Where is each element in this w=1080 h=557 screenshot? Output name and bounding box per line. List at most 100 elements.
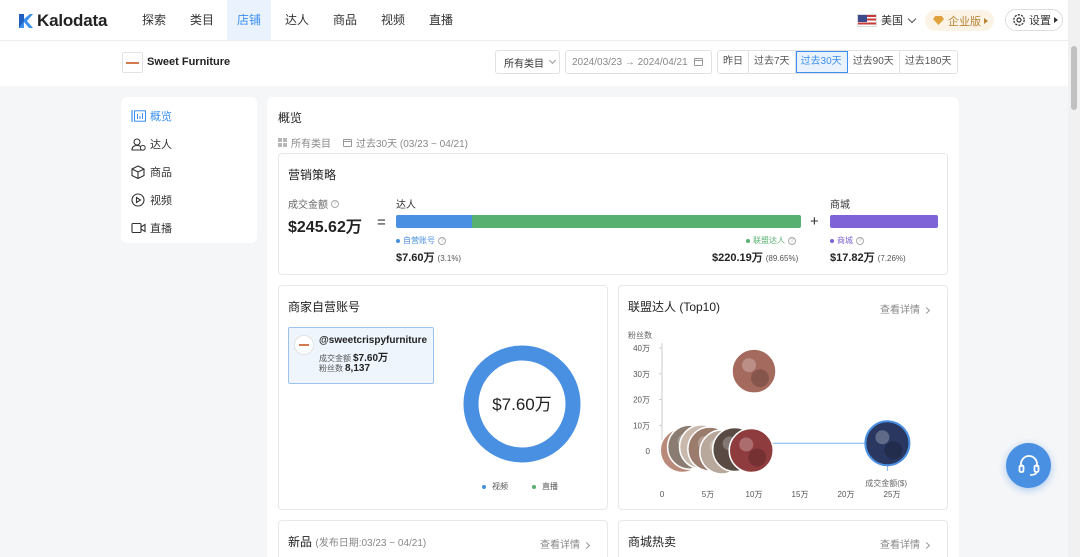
kalodata-logo[interactable]: Kalodata [18, 11, 107, 31]
alliance-pct: (89.65%) [765, 254, 799, 263]
help-icon[interactable]: ? [331, 199, 339, 208]
account-fans-row: 粉丝数 8,137 [319, 363, 370, 374]
overview-filters: 所有类目 过去30天 (03/23 ~ 04/21) [278, 135, 468, 150]
top-navigation: Kalodata 探索 类目 店铺 达人 商品 视频 直播 美国 企业版 设置 [0, 0, 1068, 41]
customer-support-button[interactable] [1006, 443, 1051, 488]
creator-avatar-point [864, 420, 911, 467]
category-select[interactable]: 所有类目 [495, 50, 560, 74]
headset-icon [1018, 454, 1039, 476]
new-products-subtitle: (发布日期:03/23 ~ 04/21) [315, 538, 427, 549]
y-axis-title: 粉丝数 [628, 330, 652, 340]
x-tick-label: 15万 [792, 490, 809, 499]
x-tick-label: 25万 [884, 490, 901, 499]
sidebar-item-videos[interactable]: 视频 [121, 186, 257, 214]
donut-center-value: $7.60万 [492, 395, 552, 414]
self-account-label: 自营账号 [403, 236, 435, 245]
nav-explore[interactable]: 探索 [132, 0, 176, 40]
nav-product[interactable]: 商品 [323, 0, 367, 40]
sidebar-item-label: 概览 [150, 111, 172, 123]
overview-category: 所有类目 [291, 139, 331, 150]
help-icon[interactable]: ? [856, 236, 864, 245]
sidebar-item-label: 视频 [150, 195, 172, 207]
nav-creator[interactable]: 达人 [275, 0, 319, 40]
us-flag-icon [857, 13, 877, 27]
avatar-circle[interactable] [731, 348, 777, 394]
mall-hot-title: 商城热卖 [628, 535, 677, 549]
new-products-title: 新品 [288, 535, 313, 549]
overview-chart-icon [130, 109, 146, 123]
gear-icon [1013, 14, 1025, 26]
scrollbar-thumb[interactable] [1071, 46, 1077, 110]
equals-sign: = [377, 214, 386, 231]
help-icon[interactable]: ? [438, 236, 446, 245]
chevron-right-icon [922, 541, 931, 550]
avatar-highlight [742, 358, 756, 373]
mall-hot-card: 商城热卖 查看详情 [618, 520, 948, 557]
store-logo [122, 52, 143, 73]
x-tick-label: 0 [660, 490, 665, 499]
region-selector[interactable]: 美国 [857, 12, 917, 28]
period-yesterday[interactable]: 昨日 [718, 51, 749, 73]
enterprise-badge[interactable]: 企业版 [925, 10, 994, 31]
plus-sign: + [810, 213, 819, 230]
x-tick-label: 10万 [746, 490, 763, 499]
alliance-label: 联盟达人 [753, 236, 785, 245]
marketing-title: 营销策略 [288, 168, 337, 182]
nav-category[interactable]: 类目 [180, 0, 224, 40]
enterprise-label: 企业版 [948, 15, 981, 28]
sidebar-item-products[interactable]: 商品 [121, 158, 257, 186]
self-account-legend: 自营账号 ? [396, 235, 446, 246]
account-item[interactable]: @sweetcrispyfurniture 成交金额 $7.60万 粉丝数 8,13… [288, 327, 434, 384]
y-tick-label: 40万 [633, 344, 650, 353]
new-products-detail-link[interactable]: 查看详情 [540, 536, 591, 551]
user-group-icon [130, 137, 146, 151]
legend-dot [746, 238, 750, 243]
detail-label: 查看详情 [880, 540, 920, 551]
avatar [294, 335, 314, 355]
period-180d[interactable]: 过去180天 [900, 51, 957, 73]
nav-live[interactable]: 直播 [419, 0, 463, 40]
settings-button[interactable]: 设置 [1005, 9, 1063, 31]
mall-item-label: 商城 [837, 236, 853, 245]
account-gmv-label: 成交金额 [319, 354, 351, 363]
legend-dot [482, 484, 486, 489]
gmv-total: $245.62万 [288, 219, 362, 236]
chevron-right-icon [582, 541, 591, 550]
chevron-down-icon [548, 56, 557, 65]
period-7d[interactable]: 过去7天 [749, 51, 796, 73]
self-account-pct: (3.1%) [437, 254, 462, 263]
chevron-down-icon [907, 14, 917, 23]
alliance-bar [472, 215, 801, 228]
sidebar-item-overview[interactable]: 概览 [121, 102, 257, 130]
store-name: Sweet Furniture [147, 56, 231, 68]
video-camera-icon [130, 221, 146, 235]
help-icon[interactable]: ? [788, 236, 796, 245]
nav-video[interactable]: 视频 [371, 0, 415, 40]
legend-label: 视频 [492, 482, 508, 491]
app-name: Kalodata [37, 11, 108, 30]
alliance-legend: 联盟达人 ? [746, 235, 796, 246]
avatar-circle[interactable] [728, 427, 774, 474]
avatar-circle[interactable] [864, 420, 911, 467]
sidebar-item-live[interactable]: 直播 [121, 214, 257, 242]
date-range-picker[interactable]: 2024/03/23 → 2024/04/21 [565, 50, 712, 74]
calendar-icon [343, 138, 352, 147]
calendar-icon [693, 58, 703, 66]
period-30d[interactable]: 过去30天 [795, 51, 848, 73]
sidebar-item-creators[interactable]: 达人 [121, 130, 257, 158]
account-fans: 8,137 [345, 363, 371, 374]
alliance-value: $220.19万 (89.65%) [712, 249, 798, 265]
mall-hot-detail-link[interactable]: 查看详情 [880, 536, 931, 551]
new-products-card: 新品 (发布日期:03/23 ~ 04/21) 查看详情 [278, 520, 608, 557]
period-90d[interactable]: 过去90天 [848, 51, 900, 73]
creator-avatar-point [728, 427, 774, 474]
avatar-shade [751, 369, 769, 388]
nav-store[interactable]: 店铺 [227, 0, 271, 40]
settings-label: 设置 [1029, 15, 1051, 27]
grid-icon [278, 138, 287, 147]
legend-dot [396, 238, 400, 243]
video-live-donut: $7.60万 [463, 345, 581, 463]
mall-amount: $17.82万 [830, 252, 875, 264]
play-circle-icon [130, 193, 146, 207]
self-account-amount: $7.60万 [396, 252, 435, 264]
